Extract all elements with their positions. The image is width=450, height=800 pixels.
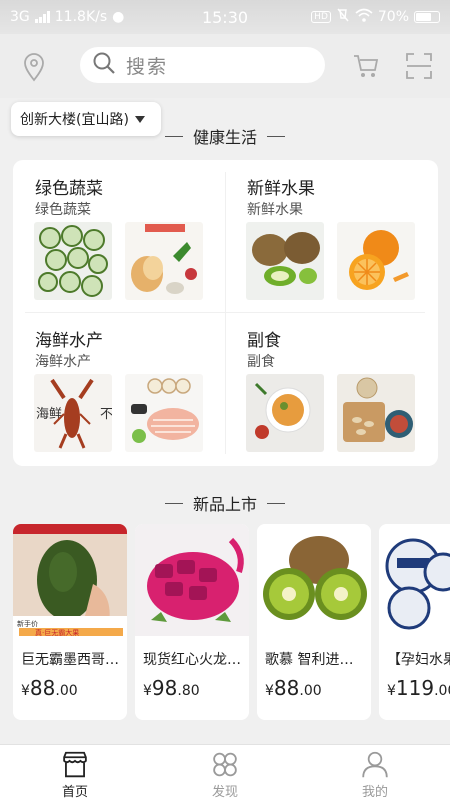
soup-image <box>246 374 324 452</box>
category-sub: 副食 <box>247 354 275 370</box>
bottom-tab-bar: 首页 发现 我的 <box>0 744 450 800</box>
tab-profile[interactable]: 我的 <box>300 745 450 800</box>
lobster-image: 海鲜 不 <box>34 374 112 452</box>
category-sub: 海鲜水产 <box>35 354 91 370</box>
category-vegetables[interactable]: 绿色蔬菜 绿色蔬菜 <box>13 160 225 312</box>
section-title-healthy: 健康生活 <box>0 124 450 148</box>
status-bar: 3G 11.8K/s ● 15:30 HD 70% <box>0 0 450 34</box>
store-icon <box>63 751 87 778</box>
product-name: 【孕妇水果 <box>387 652 450 668</box>
category-name: 绿色蔬菜 <box>35 179 103 199</box>
product-price: ¥88.00 <box>21 676 78 700</box>
sashimi-image <box>125 374 203 452</box>
category-grid: 绿色蔬菜 绿色蔬菜 新鲜水果 新鲜水果 海鲜水产 海鲜水产 海鲜 不 副食 副食 <box>13 160 438 466</box>
section-healthy-label: 健康生活 <box>192 128 257 147</box>
tab-home-label: 首页 <box>61 785 88 800</box>
search-icon <box>92 51 116 79</box>
category-seafood[interactable]: 海鲜水产 海鲜水产 海鲜 不 <box>13 312 225 464</box>
new-products-row: 新手价 真·巨无霸大果 巨无霸墨西哥… ¥88.00 现货红心火龙… ¥98.8… <box>0 524 450 722</box>
wifi-icon <box>355 8 373 26</box>
section-title-new-arrivals: 新品上市 <box>0 491 450 515</box>
product-card[interactable]: 现货红心火龙… ¥98.80 <box>135 524 249 720</box>
search-placeholder: 搜索 <box>126 55 169 78</box>
tab-discover[interactable]: 发现 <box>150 745 300 800</box>
product-name: 巨无霸墨西哥… <box>21 652 119 668</box>
product-name: 现货红心火龙… <box>143 652 241 668</box>
category-name: 新鲜水果 <box>247 179 315 199</box>
seafood-overlay-right: 不 <box>100 407 112 422</box>
signal-icon <box>34 11 50 23</box>
orange-image <box>337 222 415 300</box>
product-price: ¥88.00 <box>265 676 322 700</box>
search-input[interactable]: 搜索 <box>80 47 325 83</box>
battery-icon <box>414 11 440 23</box>
fruit-box-image <box>379 524 450 636</box>
kiwi-image <box>246 222 324 300</box>
clock: 15:30 <box>201 7 249 27</box>
snack-board-image <box>337 374 415 452</box>
product-banner: 真·巨无霸大果 <box>35 628 79 636</box>
product-card[interactable]: 【孕妇水果 ¥119.00 <box>379 524 450 720</box>
product-price: ¥119.00 <box>387 676 450 700</box>
header: 搜索 <box>0 34 450 98</box>
user-icon <box>362 751 388 778</box>
hd-badge: HD <box>311 11 331 23</box>
category-fruits[interactable]: 新鲜水果 新鲜水果 <box>225 160 437 312</box>
category-sub: 绿色蔬菜 <box>35 202 91 218</box>
network-type: 3G <box>10 9 30 25</box>
mute-icon <box>336 8 350 26</box>
product-price: ¥98.80 <box>143 676 200 700</box>
section-new-label: 新品上市 <box>192 495 257 514</box>
sync-icon: ● <box>112 9 125 25</box>
battery-percent: 70% <box>377 9 409 25</box>
tab-profile-label: 我的 <box>361 785 388 800</box>
category-name: 海鲜水产 <box>35 331 103 351</box>
category-name: 副食 <box>247 331 281 351</box>
discover-icon <box>213 752 237 777</box>
category-sidefood[interactable]: 副食 副食 <box>225 312 437 464</box>
location-pin-icon[interactable] <box>22 52 46 82</box>
tab-home[interactable]: 首页 <box>0 745 150 800</box>
scan-icon[interactable] <box>405 52 433 80</box>
tab-discover-label: 发现 <box>211 785 238 800</box>
avocado-image: 新手价 真·巨无霸大果 <box>13 524 127 637</box>
cucumber-image <box>34 222 112 300</box>
product-card[interactable]: 歌慕 智利进… ¥88.00 <box>257 524 371 720</box>
dropdown-triangle-icon <box>134 115 145 123</box>
product-card[interactable]: 新手价 真·巨无霸大果 巨无霸墨西哥… ¥88.00 <box>13 524 127 720</box>
dragonfruit-image <box>135 524 249 636</box>
product-tag: 新手价 <box>17 619 38 628</box>
product-name: 歌慕 智利进… <box>265 652 354 668</box>
network-speed: 11.8K/s <box>54 9 108 25</box>
onion-veggies-image <box>125 222 203 300</box>
kiwi-product-image <box>257 524 371 636</box>
cart-icon[interactable] <box>352 52 380 80</box>
category-sub: 新鲜水果 <box>247 202 303 218</box>
